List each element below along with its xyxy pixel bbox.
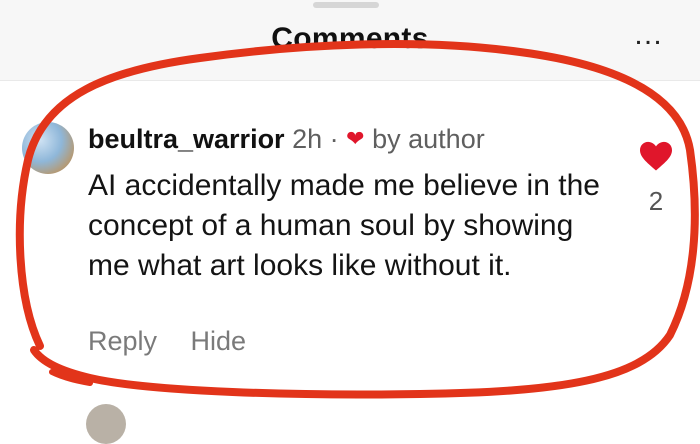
more-dots-icon[interactable]: …: [633, 20, 664, 50]
like-column: 2: [636, 140, 676, 217]
next-comment-avatar[interactable]: [86, 404, 126, 444]
sheet-grab-handle[interactable]: [313, 2, 379, 8]
like-heart-icon[interactable]: [638, 140, 674, 172]
comment-text: AI accidentally made me believe in the c…: [88, 169, 600, 282]
page-title: Comments: [271, 22, 429, 55]
hide-button[interactable]: Hide: [191, 326, 247, 356]
comment-actions: Reply Hide: [88, 326, 272, 357]
comment-item: beultra_warrior 2h · ❤ by author AI acci…: [0, 80, 700, 416]
separator-dot: ·: [329, 124, 339, 154]
username[interactable]: beultra_warrior: [88, 124, 285, 154]
comments-header: Comments …: [0, 0, 700, 81]
heart-icon: ❤: [346, 126, 365, 151]
comment-meta: beultra_warrior 2h · ❤ by author: [88, 122, 485, 156]
like-count: 2: [648, 186, 664, 216]
avatar[interactable]: [22, 122, 74, 174]
liked-by-author-badge: by author: [372, 124, 485, 154]
reply-button[interactable]: Reply: [88, 326, 157, 356]
timestamp: 2h: [292, 124, 323, 154]
